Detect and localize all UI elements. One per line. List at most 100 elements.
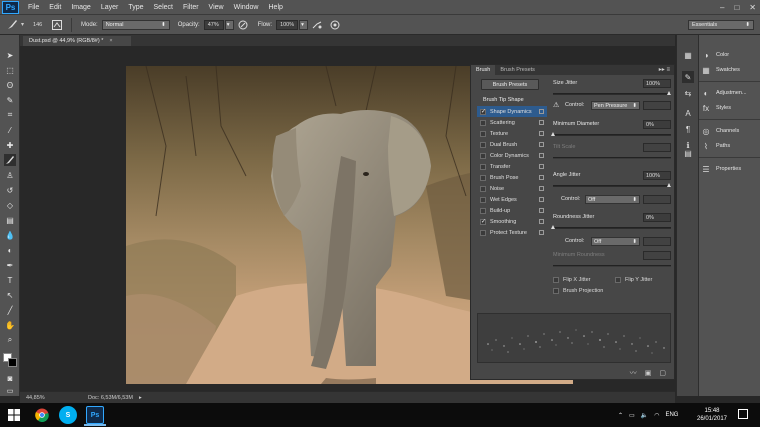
menu-image[interactable]: Image (66, 4, 95, 11)
flow-input[interactable]: 100% (276, 19, 299, 30)
gradient-tool-icon[interactable]: ▤ (4, 214, 16, 226)
list-item[interactable]: Protect Texture (477, 227, 547, 238)
clock[interactable]: 15:48 26/01/2017 (690, 407, 734, 423)
maximize-icon[interactable]: □ (734, 3, 739, 12)
opacity-dropdown-arrow-icon[interactable]: ▾ (224, 19, 234, 30)
panel-styles[interactable]: fx Styles (701, 103, 731, 113)
checkbox[interactable] (615, 277, 621, 283)
checkbox[interactable] (480, 196, 486, 203)
brush-tip-shape-item[interactable]: Brush Tip Shape (477, 95, 547, 106)
checkbox-checked[interactable]: ✓ (480, 108, 486, 115)
move-tool-icon[interactable]: ➤ (4, 49, 16, 61)
show-hidden-icons-icon[interactable]: ⌃ (618, 412, 623, 419)
skype-icon[interactable]: S (59, 406, 77, 424)
quick-selection-tool-icon[interactable]: ✎ (4, 94, 16, 106)
wifi-icon[interactable]: ◠ (654, 412, 659, 419)
tab-brush-presets[interactable]: Brush Presets (495, 65, 540, 75)
lock-icon[interactable] (539, 219, 544, 224)
panel-paths[interactable]: ⌇ Paths (701, 141, 730, 151)
history-brush-tool-icon[interactable]: ↺ (4, 184, 16, 196)
list-item[interactable]: Transfer (477, 161, 547, 172)
menu-filter[interactable]: Filter (178, 4, 204, 11)
menu-edit[interactable]: Edit (44, 4, 66, 11)
menu-type[interactable]: Type (123, 4, 148, 11)
brush-presets-button[interactable]: Brush Presets (481, 79, 539, 90)
menu-file[interactable]: File (23, 4, 44, 11)
menu-select[interactable]: Select (149, 4, 178, 11)
list-item[interactable]: Scattering (477, 117, 547, 128)
status-menu-arrow-icon[interactable]: ▸ (139, 395, 142, 401)
lock-icon[interactable] (539, 197, 544, 202)
background-color-swatch[interactable] (8, 358, 17, 367)
brush-tool-icon[interactable] (4, 154, 16, 166)
minimum-diameter-slider[interactable] (551, 132, 671, 136)
checkbox[interactable] (480, 130, 486, 137)
language-indicator[interactable]: ENG (665, 412, 678, 418)
new-preset-icon[interactable]: ▢ (659, 369, 666, 377)
tab-brush[interactable]: Brush (471, 65, 496, 75)
flow-dropdown-arrow-icon[interactable]: ▾ (299, 19, 309, 30)
type-tool-icon[interactable]: T (4, 274, 16, 286)
checkbox[interactable] (480, 229, 486, 236)
list-item[interactable]: ✓ Shape Dynamics (477, 106, 547, 117)
airbrush-icon[interactable] (311, 19, 323, 31)
checkbox-checked[interactable]: ✓ (480, 218, 486, 225)
eraser-tool-icon[interactable]: ◇ (4, 199, 16, 211)
workspace-select[interactable]: Essentials ⬍ (688, 19, 754, 30)
menu-help[interactable]: Help (264, 4, 288, 11)
lock-icon[interactable] (539, 164, 544, 169)
layers-stack-icon[interactable]: ▤ (682, 147, 694, 159)
pressure-size-icon[interactable] (329, 19, 341, 31)
size-control-select[interactable]: Pen Pressure ⬍ (591, 101, 640, 110)
volume-icon[interactable]: 🔈 (641, 412, 648, 419)
list-item[interactable]: Dual Brush (477, 139, 547, 150)
panel-menu-icon[interactable]: ▸▸ ≡ (659, 66, 670, 73)
panel-swatches[interactable]: ▦ Swatches (701, 65, 740, 75)
path-selection-tool-icon[interactable]: ↖ (4, 289, 16, 301)
pressure-opacity-icon[interactable] (237, 19, 249, 31)
character-icon[interactable]: A (682, 107, 694, 119)
lock-icon[interactable] (539, 208, 544, 213)
lock-icon[interactable] (539, 153, 544, 158)
brush-size-readout[interactable]: 146 (30, 20, 48, 30)
checkbox[interactable] (553, 277, 559, 283)
opacity-input[interactable]: 47% (203, 19, 224, 30)
brush-tool-icon[interactable] (6, 19, 18, 31)
list-item[interactable]: Brush Pose (477, 172, 547, 183)
lock-icon[interactable] (539, 142, 544, 147)
chrome-icon[interactable] (33, 406, 51, 424)
pen-tool-icon[interactable]: ✒ (4, 259, 16, 271)
photoshop-taskbar-icon[interactable]: Ps (86, 406, 104, 424)
quick-mask-icon[interactable]: ◙ (4, 372, 16, 384)
windows-start-icon[interactable] (8, 409, 20, 421)
checkbox[interactable] (480, 207, 486, 214)
angle-jitter-slider[interactable] (553, 183, 671, 187)
brush-projection-checkbox[interactable]: Brush Projection (553, 288, 603, 294)
lock-icon[interactable] (539, 186, 544, 191)
slider-handle[interactable] (551, 132, 555, 136)
checkbox[interactable] (480, 119, 486, 126)
lock-icon[interactable] (539, 175, 544, 180)
checkbox[interactable] (480, 185, 486, 192)
close-tab-icon[interactable]: × (109, 38, 112, 44)
toggle-live-tip-preview-icon[interactable]: 〰 (630, 368, 637, 378)
size-jitter-input[interactable]: 100% (643, 79, 671, 88)
lock-icon[interactable] (539, 109, 544, 114)
slider-handle[interactable] (667, 91, 671, 95)
list-item[interactable]: Build-up (477, 205, 547, 216)
lock-icon[interactable] (539, 120, 544, 125)
list-item[interactable]: Noise (477, 183, 547, 194)
list-item[interactable]: Texture (477, 128, 547, 139)
dropdown-arrow-icon[interactable]: ▾ (21, 21, 24, 28)
history-icon[interactable]: ▦ (682, 49, 694, 61)
checkbox[interactable] (480, 152, 486, 159)
brush-panel-icon[interactable]: ✎ (682, 71, 694, 83)
roundness-control-select[interactable]: Off ⬍ (591, 237, 640, 246)
minimize-icon[interactable]: – (720, 3, 724, 12)
list-item[interactable]: Wet Edges (477, 194, 547, 205)
mode-select[interactable]: Normal ⬍ (101, 19, 170, 30)
create-new-brush-icon[interactable]: ▣ (645, 369, 652, 377)
panel-properties[interactable]: ☰ Properties (701, 164, 741, 174)
slider-handle[interactable] (551, 225, 555, 229)
hand-tool-icon[interactable]: ✋ (4, 319, 16, 331)
